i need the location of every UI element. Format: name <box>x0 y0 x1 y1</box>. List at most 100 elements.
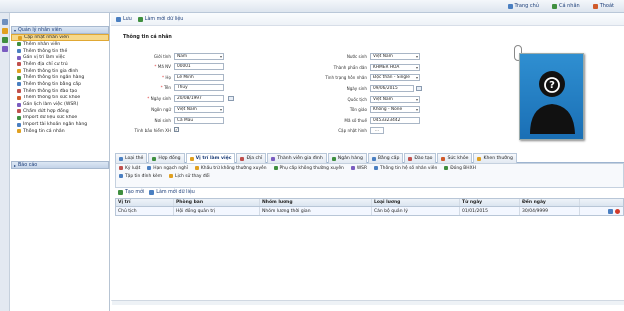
profile-link[interactable]: Cá nhân <box>551 3 580 9</box>
attachment-icon <box>119 174 123 178</box>
column-header[interactable]: Vị trí <box>116 199 174 206</box>
degree-icon <box>371 156 376 161</box>
sub-tabs-row: Kỷ luật Hạn ngạch nghỉ Khấu trừ không th… <box>116 164 623 172</box>
subtab-allowance[interactable]: Phụ cấp không thường xuyên <box>273 166 344 171</box>
add-icon <box>118 190 123 195</box>
religion-select[interactable]: Không - None <box>370 106 420 113</box>
avatar[interactable]: ? <box>519 53 584 140</box>
home-link[interactable]: Trang chủ <box>507 3 539 9</box>
save-button[interactable]: Lưu <box>116 16 132 22</box>
settings-icon[interactable] <box>2 46 8 52</box>
sidebar-reports-header[interactable]: ▸ Báo cáo <box>11 161 109 169</box>
new-button[interactable]: Tạo mới <box>118 190 144 195</box>
tab-degree[interactable]: Bằng cấp <box>367 153 404 163</box>
subtab-leave-quota[interactable]: Hạn ngạch nghỉ <box>147 166 188 171</box>
marital-select[interactable]: Độc thân - Single <box>370 74 420 81</box>
sidebar-item-add-employee[interactable]: Thêm nhân viên <box>11 41 109 48</box>
sidebar-item-health[interactable]: Thêm thông tin sức khỏe <box>11 95 109 102</box>
horizontal-scrollbar[interactable] <box>112 300 624 305</box>
lastname-field[interactable]: Lê Minh <box>174 74 224 81</box>
sidebar-item-update-employee[interactable]: Cập nhật nhân viên <box>11 34 109 41</box>
column-header[interactable]: Nhóm lương <box>260 199 372 206</box>
employee-code-label: * Mã NV <box>154 64 171 69</box>
birthplace-label: Nơi sinh <box>154 118 171 123</box>
logout-link-label: Thoát <box>599 3 614 9</box>
tab-label: Đào tạo <box>414 156 433 161</box>
sidebar-group-label: Quản lý nhân viên <box>18 27 62 33</box>
icon-strip <box>0 13 10 311</box>
effective-date-field[interactable]: 09/06/2015 <box>370 85 414 92</box>
tab-health[interactable]: Sức khỏe <box>437 153 473 163</box>
nationality-select[interactable]: Việt Nam <box>370 96 420 103</box>
sidebar-item-schedule[interactable]: Gán lịch làm việc (WSR) <box>11 101 109 108</box>
sidebar-item-address[interactable]: Thêm địa chỉ cư trú <box>11 61 109 68</box>
sidebar-item-import-bank[interactable]: Import tài khoản ngân hàng <box>11 121 109 128</box>
tab-training[interactable]: Đào tạo <box>404 153 437 163</box>
tab-label: Hợp đồng <box>158 156 181 161</box>
chart-icon[interactable] <box>2 37 8 43</box>
subtab-discipline[interactable]: Kỷ luật <box>119 166 140 171</box>
insurance-checkbox[interactable]: ✓ <box>174 127 179 132</box>
sidebar-group-header[interactable]: ▾ Quản lý nhân viên <box>11 26 109 34</box>
subtab-attachments[interactable]: Tập tin đính kèm <box>119 174 162 179</box>
country-select[interactable]: Việt Nam <box>370 53 420 60</box>
tab-family[interactable]: Thành viên gia đình <box>267 153 327 163</box>
tab-bank[interactable]: Ngân hàng <box>327 153 367 163</box>
tab-reward[interactable]: Khen thưởng <box>473 153 517 163</box>
column-header[interactable]: Loại lương <box>372 199 460 206</box>
sidebar-item-personal-info[interactable]: Thông tin cá nhân <box>11 128 109 135</box>
tab-address[interactable]: Địa chỉ <box>236 153 267 163</box>
sidebar-item-bank[interactable]: Thêm thông tin ngân hàng <box>11 74 109 81</box>
edit-icon[interactable] <box>608 208 613 214</box>
reward-icon <box>477 156 482 161</box>
grid-refresh-button[interactable]: Làm mới dữ liệu <box>149 190 195 195</box>
ethnic-select[interactable]: KHMER HOA <box>370 64 420 71</box>
sidebar-item-label: Chấm dứt hợp đồng <box>23 108 69 114</box>
tab-position[interactable]: Vị trí làm việc <box>185 153 236 163</box>
folder-icon[interactable] <box>2 28 8 34</box>
employee-code-label-text: Mã NV <box>157 64 171 69</box>
firstname-field[interactable]: Thủy <box>174 84 224 91</box>
gender-select[interactable]: Nam <box>174 53 224 60</box>
sidebar-item-degree[interactable]: Thêm thông tin bằng cấp <box>11 81 109 88</box>
refresh-label: Làm mới dữ liệu <box>144 16 184 22</box>
calendar-icon[interactable] <box>228 96 234 101</box>
subtab-wsr[interactable]: WSR <box>350 166 367 171</box>
employee-code-field[interactable]: 00001 <box>174 63 224 70</box>
grid-toolbar: Tạo mới Làm mới dữ liệu <box>115 187 624 198</box>
import-icon <box>17 122 21 127</box>
tax-code-field[interactable]: 0453323442 <box>370 117 420 124</box>
sidebar-item-label: Thêm thông tin thẻ <box>23 48 68 54</box>
sidebar-item-import-health[interactable]: Import dữ liệu sức khỏe <box>11 115 109 122</box>
sidebar-item-card-info[interactable]: Thêm thông tin thẻ <box>11 48 109 55</box>
row-actions <box>580 207 623 215</box>
subtab-deduction[interactable]: Khấu trừ không thường xuyên <box>194 166 267 171</box>
table-row[interactable]: Chủ tịch Hội đồng quản trị Nhóm lương th… <box>116 207 623 215</box>
sidebar-item-assign-position[interactable]: Gán vị trí làm việc <box>11 54 109 61</box>
subtab-history[interactable]: Lịch sử thay đổi <box>169 174 210 179</box>
sidebar-item-training[interactable]: Thêm thông tin đào tạo <box>11 88 109 95</box>
new-label: Tạo mới <box>125 190 145 195</box>
tab-contract[interactable]: Hợp đồng <box>148 153 185 163</box>
contract-icon <box>152 156 157 161</box>
sidebar-item-family[interactable]: Thêm thông tin gia đình <box>11 68 109 75</box>
column-header[interactable]: Phòng ban <box>174 199 260 206</box>
effective-date-label: Ngày sinh <box>346 86 367 91</box>
dob-field[interactable]: 20/08/1997 <box>174 95 224 102</box>
birthplace-field[interactable]: Cà Mau <box>174 117 224 124</box>
calendar-icon[interactable] <box>416 86 422 91</box>
logout-link[interactable]: Thoát <box>592 3 614 9</box>
browse-button[interactable]: ... <box>370 127 384 134</box>
country-label: Nước sinh <box>346 54 367 59</box>
column-header[interactable]: Đến ngày <box>520 199 580 206</box>
tab-card-type[interactable]: Loại thẻ <box>115 153 148 163</box>
subtab-social-insurance[interactable]: Đóng BHXH <box>444 166 476 171</box>
subtab-coefficient[interactable]: Thông tin hệ số nhân viên <box>374 166 437 171</box>
column-header[interactable]: Từ ngày <box>460 199 520 206</box>
collapse-icon: ▾ <box>14 27 17 33</box>
grid-icon[interactable] <box>2 19 8 25</box>
refresh-button[interactable]: Làm mới dữ liệu <box>137 16 184 22</box>
delete-icon[interactable] <box>615 208 620 214</box>
language-select[interactable]: Việt Nam <box>174 106 224 113</box>
sidebar-item-terminate[interactable]: Chấm dứt hợp đồng <box>11 108 109 115</box>
